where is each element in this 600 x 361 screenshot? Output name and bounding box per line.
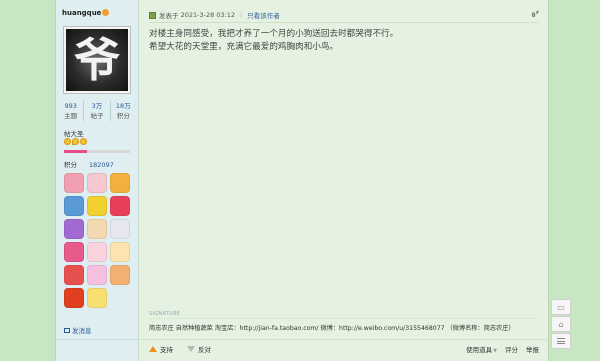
stat-points[interactable]: 18万 积分 [111, 101, 136, 121]
rate-button[interactable]: 评分 [505, 344, 518, 354]
medal-icon[interactable] [87, 196, 107, 216]
list-icon [557, 338, 565, 344]
medal-icon[interactable] [110, 196, 130, 216]
verified-badge-icon [102, 9, 110, 16]
user-sidebar: huangque 爷 993 主题 3万 帖子 18万 积分 帖大圣 积分 18… [56, 0, 139, 361]
post-tools: 使用道具▼ 评分 举报 [466, 344, 539, 354]
medal-icon[interactable] [87, 242, 107, 262]
only-author-link[interactable]: 只看该作者 [247, 10, 280, 20]
use-item-button[interactable]: 使用道具▼ [466, 344, 497, 354]
sun-icon [64, 138, 71, 145]
send-message-link[interactable]: 发消息 [64, 325, 92, 335]
post-actions: 支持 反对 使用道具▼ 评分 举报 [149, 343, 539, 355]
medal-icon[interactable] [110, 242, 130, 262]
post-header: 发表于 2021-3-28 03:12 | 只看该作者 8# [149, 9, 539, 21]
medal-icon[interactable] [87, 219, 107, 239]
oppose-icon[interactable] [187, 346, 195, 352]
level-progress-fill [64, 150, 88, 153]
stat-threads[interactable]: 993 主题 [58, 101, 85, 121]
actions-divider [140, 339, 549, 340]
online-status-icon [149, 11, 156, 19]
medal-icon[interactable] [64, 265, 84, 285]
signature-divider [149, 318, 539, 319]
report-button[interactable]: 举报 [526, 344, 539, 354]
content-line: 希望大花的天堂里，充满它最爱的鸡胸肉和小鸟。 [149, 42, 339, 52]
support-icon[interactable] [149, 346, 157, 352]
stat-posts[interactable]: 3万 帖子 [84, 101, 111, 121]
reply-float-button[interactable]: ▭ [551, 299, 571, 315]
medal-icon[interactable] [64, 242, 84, 262]
username[interactable]: huangque [62, 9, 110, 17]
oppose-button[interactable]: 反对 [198, 344, 211, 354]
user-stats: 993 主题 3万 帖子 18万 积分 [58, 101, 136, 121]
signature[interactable]: 简志农庄 自然种植蔬菜 淘宝店：http://jian-fa.taobao.co… [149, 323, 515, 332]
header-divider [149, 22, 539, 23]
avatar-glyph: 爷 [74, 33, 120, 87]
points-row: 积分 182097 [64, 161, 114, 169]
envelope-icon [64, 328, 70, 333]
signature-label: SIGNATURE [149, 311, 181, 317]
star-icon [80, 138, 87, 145]
avatar[interactable]: 爷 [63, 26, 131, 94]
user-rank: 帖大圣 [64, 130, 84, 138]
avatar-image: 爷 [66, 29, 128, 91]
content-line: 对楼主身同感受，我把才养了一个月的小狗送回去时都哭得不行。 [149, 29, 399, 39]
chevron-down-icon: ▼ [493, 348, 497, 354]
medal-list [64, 173, 134, 308]
medal-icon[interactable] [87, 265, 107, 285]
arrow-up-icon: ⌂ [558, 319, 564, 329]
back-to-top-button[interactable]: ⌂ [551, 316, 571, 332]
medal-icon[interactable] [64, 219, 84, 239]
menu-float-button[interactable] [551, 333, 571, 349]
level-progress-bar [64, 150, 130, 153]
medal-icon[interactable] [110, 219, 130, 239]
medal-icon[interactable] [64, 173, 84, 193]
medal-icon[interactable] [64, 288, 84, 308]
support-button[interactable]: 支持 [160, 344, 173, 354]
sidebar-divider [56, 339, 139, 340]
medal-icon[interactable] [87, 173, 107, 193]
medal-icon[interactable] [64, 196, 84, 216]
medal-icon[interactable] [110, 173, 130, 193]
rank-stars [64, 138, 87, 145]
medal-icon[interactable] [87, 288, 107, 308]
separator: | [240, 11, 243, 19]
post-frame: huangque 爷 993 主题 3万 帖子 18万 积分 帖大圣 积分 18… [55, 0, 549, 361]
post-content: 对楼主身同感受，我把才养了一个月的小狗送回去时都哭得不行。 希望大花的天堂里，充… [149, 28, 539, 54]
post-time: 2021-3-28 03:12 [180, 11, 236, 19]
moon-icon [72, 138, 79, 145]
post-body: 发表于 2021-3-28 03:12 | 只看该作者 8# 对楼主身同感受，我… [140, 0, 549, 361]
comment-icon: ▭ [557, 302, 565, 312]
medal-icon[interactable] [110, 265, 130, 285]
floor-number[interactable]: 8# [532, 10, 540, 19]
